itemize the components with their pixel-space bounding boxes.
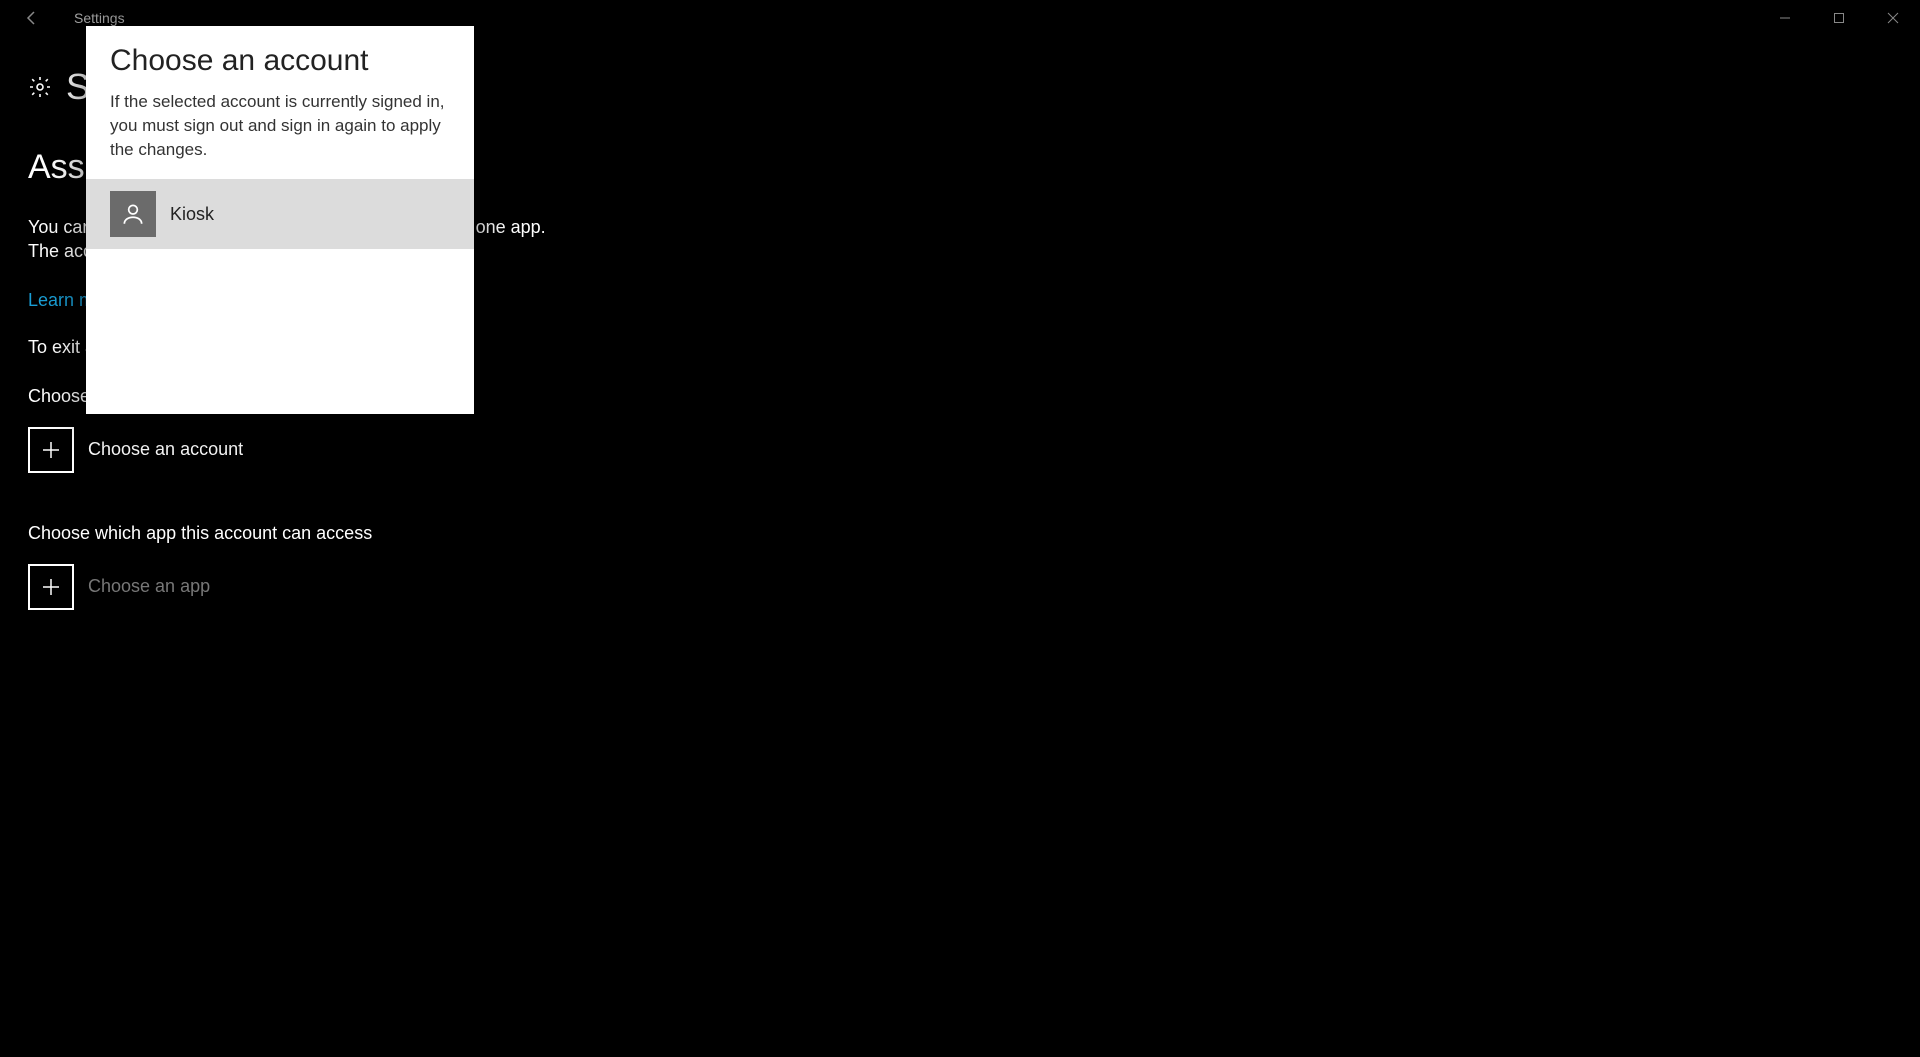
window-controls (1758, 0, 1920, 36)
close-button[interactable] (1866, 0, 1920, 36)
choose-app-button[interactable]: Choose an app (28, 564, 1892, 610)
maximize-button[interactable] (1812, 0, 1866, 36)
plus-icon (28, 427, 74, 473)
back-button[interactable] (18, 4, 46, 32)
gear-icon (28, 75, 52, 99)
account-item-kiosk[interactable]: Kiosk (86, 179, 474, 249)
choose-app-text: Choose an app (88, 576, 210, 597)
plus-icon (28, 564, 74, 610)
choose-account-button[interactable]: Choose an account (28, 427, 1892, 473)
minimize-button[interactable] (1758, 0, 1812, 36)
dialog-body: If the selected account is currently sig… (86, 90, 474, 179)
choose-account-dialog: Choose an account If the selected accoun… (86, 26, 474, 414)
dialog-title: Choose an account (86, 26, 474, 90)
window-title: Settings (74, 10, 125, 26)
choose-account-text: Choose an account (88, 439, 243, 460)
account-name: Kiosk (170, 204, 214, 225)
choose-app-section-label: Choose which app this account can access (28, 523, 1892, 544)
person-icon (110, 191, 156, 237)
